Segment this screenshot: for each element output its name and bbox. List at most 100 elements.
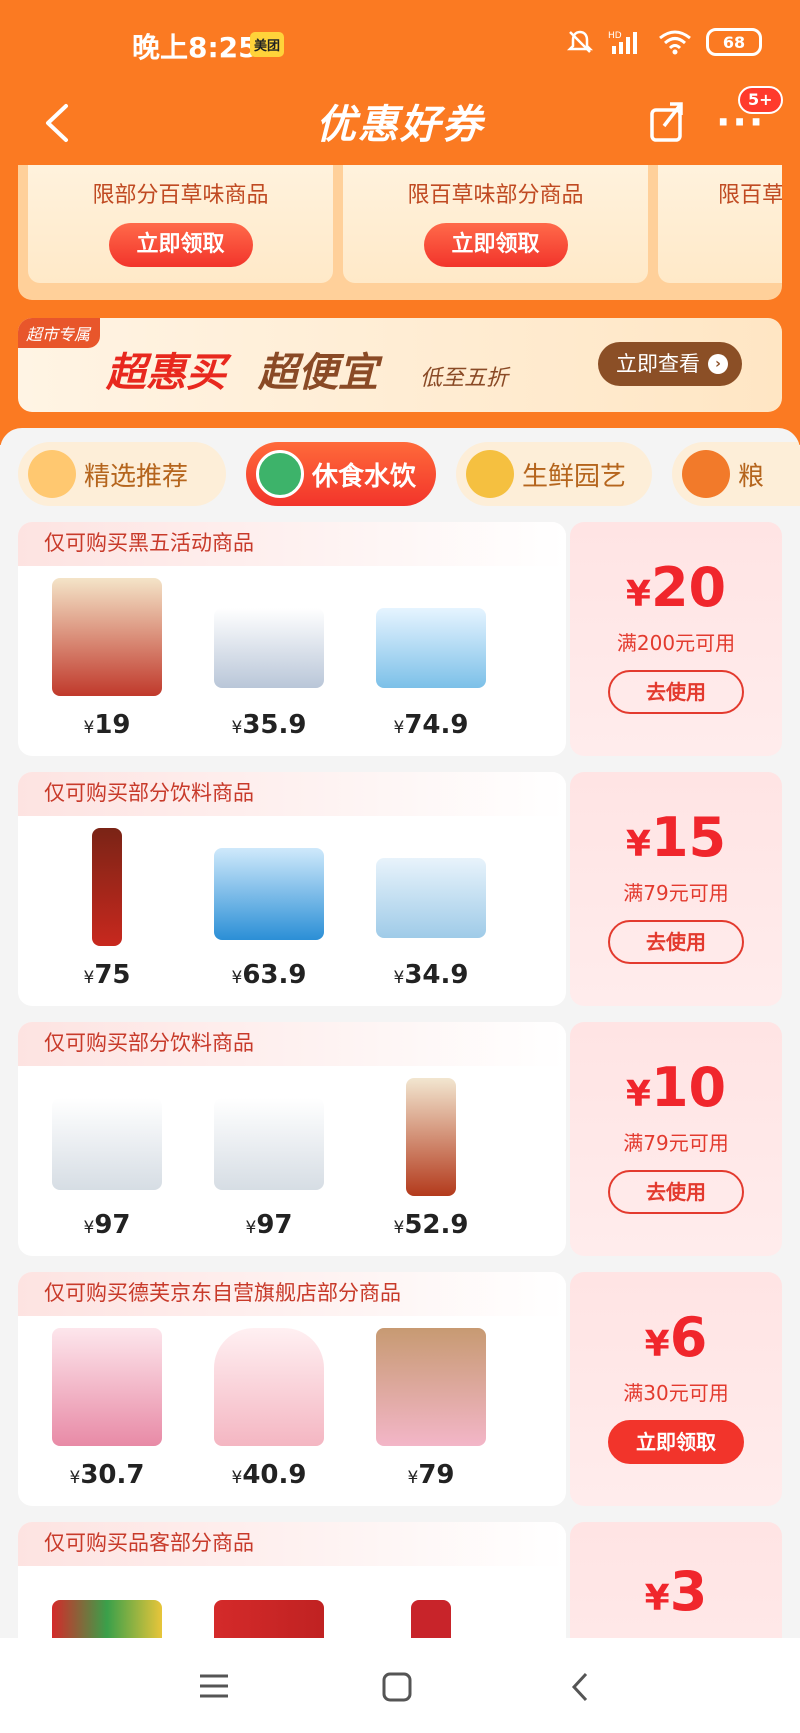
product-price: ¥79 — [407, 1460, 455, 1490]
coupon-scope: 仅可购买黑五活动商品 — [18, 522, 566, 566]
tab-label: 生鲜园艺 — [522, 461, 627, 492]
coupon-products: 仅可购买部分饮料商品 ¥97 ¥97 ¥52.9 — [18, 1022, 566, 1256]
coupon-products: 仅可购买品客部分商品 — [18, 1522, 566, 1638]
product-image — [52, 1328, 162, 1446]
coupon-scope: 仅可购买品客部分商品 — [18, 1522, 566, 1566]
use-coupon-button[interactable]: 去使用 — [608, 670, 744, 714]
product-price: ¥30.7 — [69, 1460, 145, 1490]
product-item[interactable]: ¥52.9 — [356, 1078, 506, 1250]
currency-symbol: ¥ — [69, 1468, 81, 1488]
battery-icon: 68 — [706, 28, 762, 56]
product-price: ¥97 — [83, 1210, 131, 1240]
tab-label: 休食水饮 — [312, 461, 417, 492]
product-price: ¥63.9 — [231, 960, 307, 990]
tab-snacks-drinks[interactable]: 休食水饮 — [246, 442, 436, 506]
coupon-value-panel: ¥20 满200元可用 去使用 — [570, 522, 782, 756]
top-coupon-strip: 限部分百草味商品 立即领取 限百草味部分商品 立即领取 限百草 立 — [18, 165, 782, 300]
voucher-icon — [28, 450, 76, 498]
product-image — [214, 1098, 324, 1190]
top-coupon: 限部分百草味商品 立即领取 — [28, 165, 333, 283]
claim-button[interactable]: 立即领取 — [108, 223, 253, 267]
coupon-products: 仅可购买部分饮料商品 ¥75 ¥63.9 ¥34.9 — [18, 772, 566, 1006]
coupon-condition: 满79元可用 — [623, 881, 729, 905]
svg-text:HD: HD — [608, 31, 622, 41]
coupon-value-panel: ¥3 — [570, 1522, 782, 1638]
currency-symbol: ¥ — [393, 968, 405, 988]
coupon-condition: 满79元可用 — [623, 1131, 729, 1155]
product-item[interactable]: ¥63.9 — [194, 828, 344, 1000]
product-item[interactable]: ¥75 — [32, 828, 182, 1000]
product-item[interactable]: ¥40.9 — [194, 1328, 344, 1500]
product-item[interactable]: ¥19 — [32, 578, 182, 750]
notification-badge: 5+ — [738, 86, 783, 114]
coupon-card: 仅可购买部分饮料商品 ¥97 ¥97 ¥52.9 ¥10 满79元可用 去使用 — [18, 1022, 782, 1256]
banner-subtitle: 低至五折 — [420, 366, 509, 391]
tab-grain[interactable]: 粮 — [672, 442, 800, 506]
claim-coupon-button[interactable]: 立即领取 — [608, 1420, 744, 1464]
product-item[interactable]: ¥34.9 — [356, 828, 506, 1000]
currency-symbol: ¥ — [393, 1218, 405, 1238]
product-item[interactable]: ¥35.9 — [194, 578, 344, 750]
use-coupon-button[interactable]: 去使用 — [608, 1170, 744, 1214]
product-item[interactable]: ¥79 — [356, 1328, 506, 1500]
product-image — [406, 1078, 456, 1196]
product-image — [411, 1600, 451, 1638]
product-price: ¥40.9 — [231, 1460, 307, 1490]
currency-symbol: ¥ — [393, 718, 405, 738]
coupon-amount: ¥3 — [644, 1560, 708, 1623]
back-icon[interactable] — [570, 1672, 590, 1706]
banner-tag: 超市专属 — [18, 318, 101, 348]
meituan-badge: 美团 — [250, 32, 285, 57]
product-item[interactable]: ¥30.7 — [32, 1328, 182, 1500]
product-item[interactable]: ¥97 — [194, 1078, 344, 1250]
product-image — [52, 1098, 162, 1190]
product-image — [214, 848, 324, 940]
product-item[interactable] — [32, 1578, 182, 1638]
coupon-amount: ¥6 — [644, 1306, 708, 1369]
coupon-products: 仅可购买黑五活动商品 ¥19 ¥35.9 ¥74.9 — [18, 522, 566, 756]
product-price: ¥75 — [83, 960, 131, 990]
coupon-amount: ¥15 — [625, 806, 727, 869]
product-price: ¥97 — [245, 1210, 293, 1240]
snack-icon — [256, 450, 304, 498]
top-coupon: 限百草味部分商品 立即领取 — [343, 165, 648, 283]
tab-fresh-garden[interactable]: 生鲜园艺 — [456, 442, 652, 506]
use-coupon-button[interactable]: 去使用 — [608, 920, 744, 964]
category-tabs: 精选推荐 休食水饮 生鲜园艺 粮 — [18, 442, 800, 508]
supermarket-banner[interactable]: 超市专属 超惠买 超便宜 低至五折 立即查看 › — [18, 318, 782, 412]
product-image — [376, 1328, 486, 1446]
currency-symbol: ¥ — [231, 718, 243, 738]
status-bar: 晚上8:25 美团 HD 68 — [0, 0, 800, 88]
status-icons: HD 68 — [566, 28, 762, 56]
product-item[interactable] — [194, 1578, 344, 1638]
product-image — [92, 828, 122, 946]
menu-icon[interactable] — [198, 1672, 230, 1704]
product-image — [376, 858, 486, 938]
grain-icon — [682, 450, 730, 498]
currency-symbol: ¥ — [231, 1468, 243, 1488]
home-icon[interactable] — [382, 1672, 412, 1706]
view-now-label: 立即查看 — [616, 352, 700, 376]
product-image — [214, 1600, 324, 1638]
product-image — [214, 608, 324, 688]
product-image — [52, 578, 162, 696]
view-now-button[interactable]: 立即查看 › — [598, 342, 742, 386]
status-time: 晚上8:25 — [132, 31, 258, 64]
tab-featured[interactable]: 精选推荐 — [18, 442, 226, 506]
coupon-products: 仅可购买德芙京东自营旗舰店部分商品 ¥30.7 ¥40.9 ¥79 — [18, 1272, 566, 1506]
product-price: ¥35.9 — [231, 710, 307, 740]
signal-icon: HD — [608, 31, 637, 54]
coupon-condition: 满30元可用 — [623, 1381, 729, 1405]
product-item[interactable]: ¥97 — [32, 1078, 182, 1250]
coupon-value-panel: ¥6 满30元可用 立即领取 — [570, 1272, 782, 1506]
product-item[interactable] — [356, 1578, 506, 1638]
share-icon[interactable] — [648, 98, 686, 144]
tab-label: 精选推荐 — [84, 461, 189, 492]
wifi-icon — [659, 30, 691, 55]
product-item[interactable]: ¥74.9 — [356, 578, 506, 750]
currency-symbol: ¥ — [407, 1468, 419, 1488]
coupon-value-panel: ¥10 满79元可用 去使用 — [570, 1022, 782, 1256]
coupon-scope: 仅可购买部分饮料商品 — [18, 1022, 566, 1066]
product-price: ¥34.9 — [393, 960, 469, 990]
claim-button[interactable]: 立即领取 — [423, 223, 568, 267]
